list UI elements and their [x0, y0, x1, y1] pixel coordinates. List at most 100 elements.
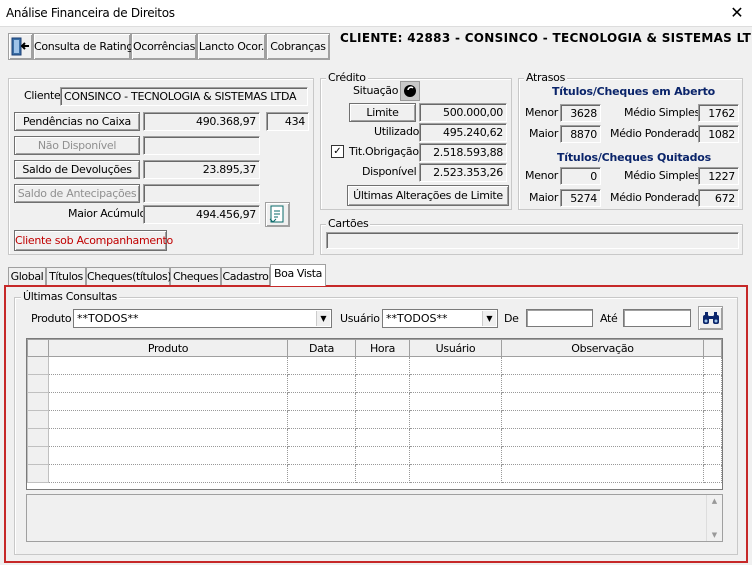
- table-row[interactable]: [27, 374, 722, 393]
- de-date-input[interactable]: [526, 309, 593, 327]
- table-cell: [48, 446, 288, 465]
- table-row[interactable]: [27, 410, 722, 429]
- consulta-rating-button[interactable]: Consulta de Rating: [33, 33, 133, 60]
- exit-button[interactable]: [8, 33, 33, 60]
- credito-title: Crédito: [326, 71, 368, 84]
- row-indicator[interactable]: [27, 356, 49, 375]
- tab-cheques[interactable]: Cheques: [170, 267, 221, 286]
- row-indicator[interactable]: [27, 410, 49, 429]
- situacao-indicator: [400, 81, 420, 101]
- search-button[interactable]: [698, 306, 723, 330]
- table-cell: [287, 428, 356, 447]
- calculator-button[interactable]: [265, 202, 290, 227]
- tit-obrigacao-value: 2.518.593,88: [419, 143, 507, 162]
- row-indicator[interactable]: [27, 392, 49, 411]
- tab-titulos[interactable]: Títulos: [46, 267, 86, 286]
- row-indicator[interactable]: [27, 464, 49, 483]
- produto-select[interactable]: **TODOS** ▼: [73, 309, 332, 328]
- aberto-menor-value: 3628: [560, 104, 601, 122]
- tab-cheques-titulos[interactable]: Cheques(títulos): [86, 267, 172, 286]
- row-indicator[interactable]: [27, 428, 49, 447]
- table-cell: [355, 428, 410, 447]
- quitados-menor-value: 0: [560, 167, 601, 185]
- situacao-status-icon: [404, 85, 416, 97]
- table-row[interactable]: [27, 464, 722, 483]
- table-cell: [287, 446, 356, 465]
- table-cell: [409, 356, 502, 375]
- cartoes-title: Cartões: [326, 217, 371, 230]
- ate-date-input[interactable]: [623, 309, 691, 327]
- maior-acumulo-value: 494.456,97: [143, 205, 260, 224]
- cliente-label: Cliente: [24, 89, 61, 102]
- disponivel-value: 2.523.353,26: [419, 163, 507, 182]
- table-cell: [287, 356, 356, 375]
- column-header-hora[interactable]: Hora: [355, 339, 410, 357]
- table-cell: [703, 374, 722, 393]
- binoculars-icon: [702, 312, 719, 324]
- grid-indicator-header: [27, 339, 49, 357]
- tab-cadastro[interactable]: Cadastro: [221, 267, 270, 286]
- table-cell: [409, 428, 502, 447]
- maior-acumulo-label: Maior Acúmulo: [68, 207, 146, 220]
- table-cell: [355, 374, 410, 393]
- consultas-grid[interactable]: Produto Data Hora Usuário Observação: [26, 338, 723, 490]
- usuario-select-value: **TODOS**: [386, 312, 448, 325]
- window-title: Análise Financeira de Direitos: [6, 6, 175, 20]
- usuario-select[interactable]: **TODOS** ▼: [382, 309, 498, 328]
- table-cell: [703, 428, 722, 447]
- saldo-antecipacoes-button[interactable]: Saldo de Antecipações: [14, 184, 140, 203]
- column-header-usuario[interactable]: Usuário: [409, 339, 502, 357]
- close-icon[interactable]: ✕: [726, 2, 748, 24]
- tit-obrigacao-label: Tit.Obrigação: [349, 145, 419, 158]
- table-row[interactable]: [27, 392, 722, 411]
- table-cell: [501, 392, 704, 411]
- title-bar: Análise Financeira de Direitos ✕: [0, 0, 752, 27]
- table-cell: [501, 374, 704, 393]
- scroll-up-icon[interactable]: ▲: [707, 495, 722, 507]
- nao-disponivel-value: [143, 136, 260, 155]
- tab-boa-vista[interactable]: Boa Vista: [270, 264, 326, 286]
- memo-scrollbar[interactable]: ▲ ▼: [706, 495, 722, 541]
- pendencias-caixa-button[interactable]: Pendências no Caixa: [14, 112, 140, 131]
- column-header-produto[interactable]: Produto: [48, 339, 288, 357]
- cobrancas-button[interactable]: Cobranças: [266, 33, 330, 60]
- saldo-devolucoes-button[interactable]: Saldo de Devoluções: [14, 160, 140, 179]
- table-cell: [703, 392, 722, 411]
- ate-label: Até: [600, 312, 618, 325]
- pendencias-count: 434: [266, 112, 309, 131]
- utilizado-value: 495.240,62: [419, 123, 507, 142]
- quitados-menor-label: Menor: [525, 169, 558, 182]
- client-header: CLIENTE: 42883 - CONSINCO - TECNOLOGIA &…: [340, 31, 752, 45]
- chevron-down-icon: ▼: [316, 311, 330, 326]
- row-indicator[interactable]: [27, 374, 49, 393]
- aberto-medio-ponderado-label: Médio Ponderado: [610, 127, 701, 140]
- nao-disponivel-button[interactable]: Não Disponível: [14, 136, 140, 155]
- table-cell: [48, 356, 288, 375]
- cliente-name-field: CONSINCO - TECNOLOGIA & SISTEMAS LTDA: [60, 87, 308, 106]
- row-indicator[interactable]: [27, 446, 49, 465]
- table-row[interactable]: [27, 428, 722, 447]
- table-cell: [501, 356, 704, 375]
- table-cell: [409, 410, 502, 429]
- table-row[interactable]: [27, 356, 722, 375]
- quitados-medio-ponderado-value: 672: [698, 189, 739, 207]
- disponivel-label: Disponível: [362, 165, 417, 178]
- tab-global[interactable]: Global: [8, 267, 46, 286]
- ultimas-alteracoes-button[interactable]: Últimas Alterações de Limite: [347, 185, 509, 206]
- table-cell: [501, 410, 704, 429]
- cartoes-value: [326, 232, 739, 249]
- table-cell: [355, 356, 410, 375]
- lancto-ocor-button[interactable]: Lancto Ocor.: [197, 33, 266, 60]
- table-row[interactable]: [27, 446, 722, 465]
- column-header-data[interactable]: Data: [287, 339, 356, 357]
- cliente-acompanhamento-button[interactable]: Cliente sob Acompanhamento: [14, 230, 173, 251]
- table-cell: [355, 392, 410, 411]
- observacao-memo[interactable]: ▲ ▼: [26, 494, 723, 542]
- usuario-label: Usuário: [340, 312, 380, 325]
- scroll-down-icon[interactable]: ▼: [707, 529, 722, 541]
- column-header-observacao[interactable]: Observação: [501, 339, 704, 357]
- produto-label: Produto: [31, 312, 72, 325]
- limite-button[interactable]: Limite: [349, 103, 416, 122]
- tit-obrigacao-checkbox[interactable]: ✓: [331, 145, 344, 158]
- ocorrencias-button[interactable]: Ocorrências: [131, 33, 197, 60]
